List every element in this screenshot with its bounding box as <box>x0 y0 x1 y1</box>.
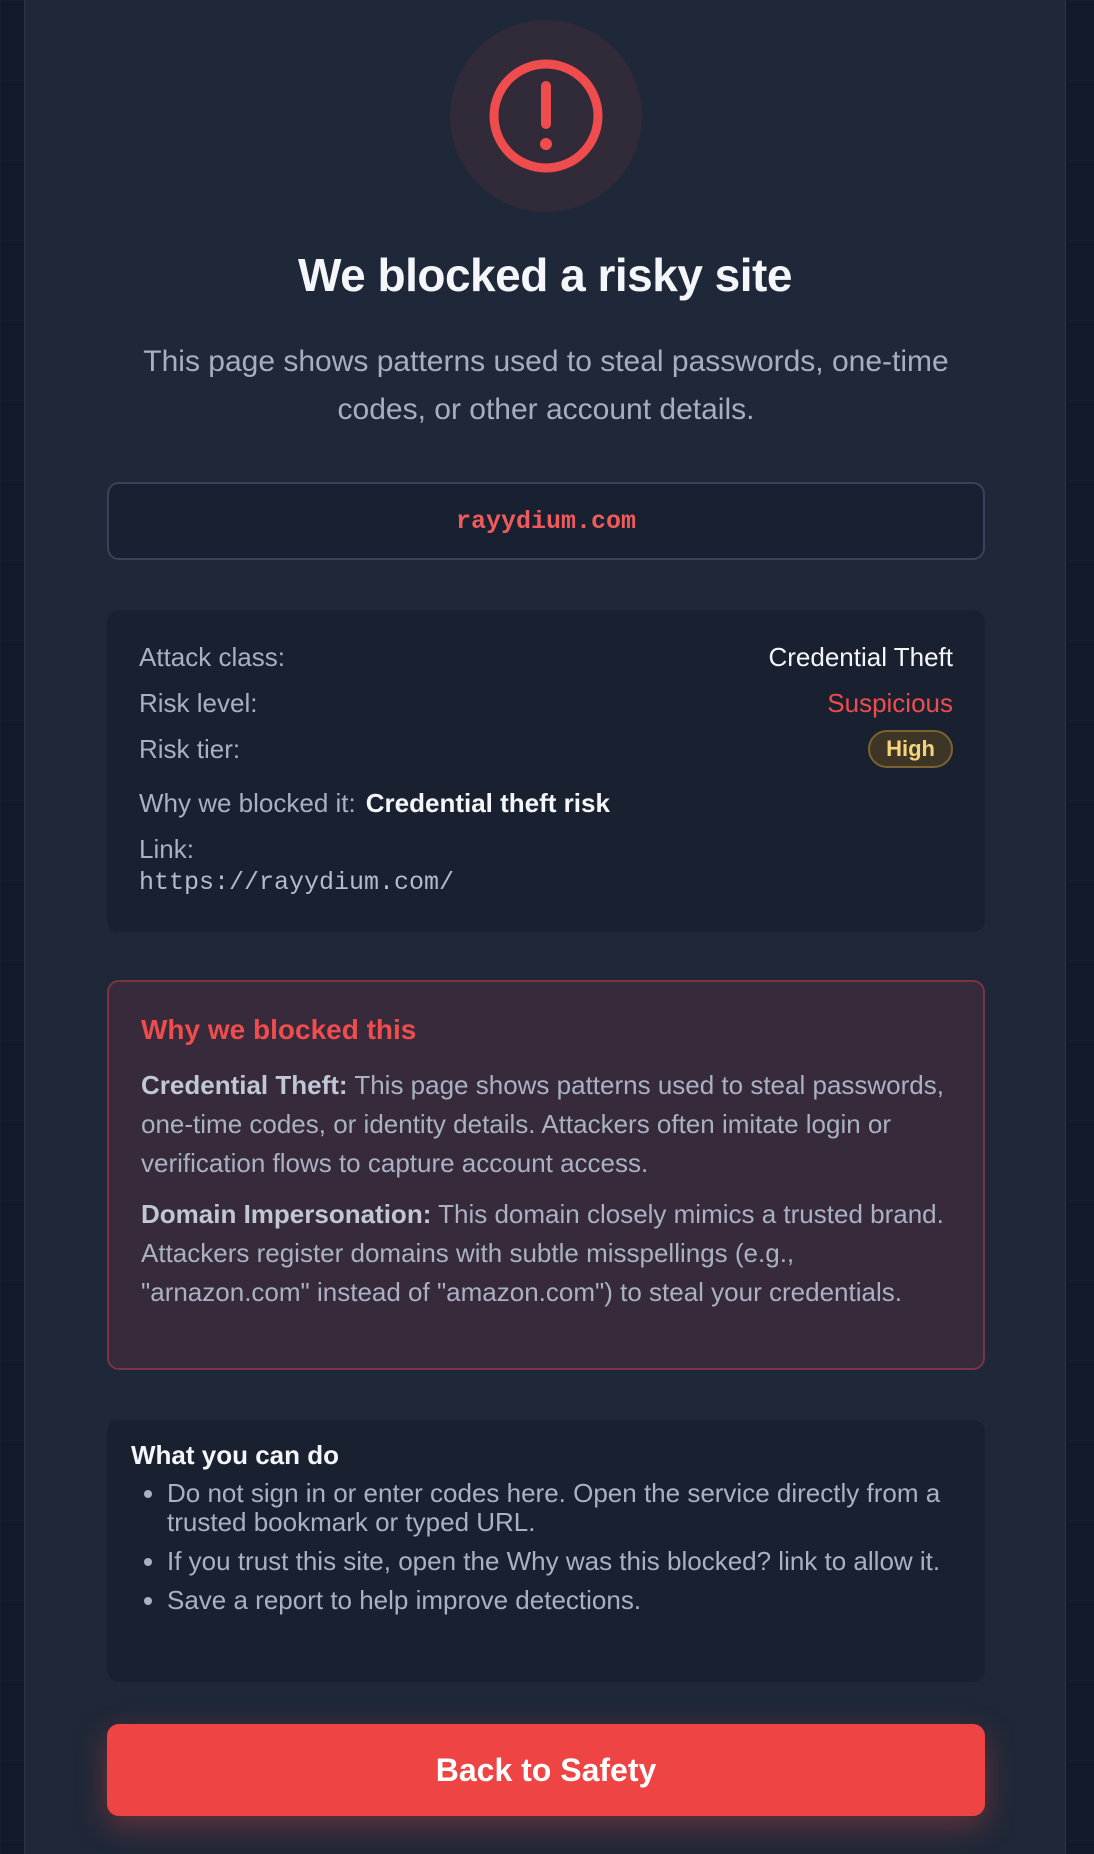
actions-title: What you can do <box>131 1440 339 1470</box>
reason-heading: Domain Impersonation: <box>141 1199 432 1229</box>
reason-credential-theft: Credential Theft: This page shows patter… <box>141 1066 951 1183</box>
risk-tier-badge: High <box>868 730 953 768</box>
attack-class-value: Credential Theft <box>768 642 953 672</box>
why-label: Why we blocked it: <box>139 788 356 818</box>
attack-class-row: Attack class: Credential Theft <box>139 642 953 673</box>
link-label: Link: <box>139 834 194 864</box>
blocked-domain: rayydium.com <box>107 482 985 560</box>
why-value: Credential theft risk <box>365 788 610 818</box>
reasons-panel: Why we blocked this Credential Theft: Th… <box>107 980 985 1370</box>
link-url: https://rayydium.com/ <box>139 868 455 897</box>
risk-tier-label: Risk tier: <box>139 734 241 764</box>
warning-card: We blocked a risky site This page shows … <box>24 0 1066 1854</box>
actions-list: Do not sign in or enter codes here. Open… <box>131 1479 961 1615</box>
details-panel: Attack class: Credential Theft Risk leve… <box>107 610 985 932</box>
alert-circle-icon <box>489 59 603 173</box>
attack-class-label: Attack class: <box>139 642 285 672</box>
page-subtitle: This page shows patterns used to steal p… <box>143 345 949 426</box>
back-to-safety-button[interactable]: Back to Safety <box>107 1724 985 1816</box>
reason-domain-impersonation: Domain Impersonation: This domain closel… <box>141 1195 951 1312</box>
action-item: Save a report to help improve detections… <box>167 1586 961 1615</box>
reasons-title: Why we blocked this <box>141 1014 417 1045</box>
risk-tier-row: Risk tier: High <box>139 730 953 768</box>
page-title: We blocked a risky site <box>298 249 792 301</box>
reason-heading: Credential Theft: <box>141 1070 348 1100</box>
actions-panel: What you can do Do not sign in or enter … <box>107 1420 985 1682</box>
risk-level-value: Suspicious <box>827 688 953 718</box>
alert-icon-container <box>450 20 642 212</box>
link-row: Link: <box>139 834 953 865</box>
risk-level-row: Risk level: Suspicious <box>139 688 953 719</box>
why-row: Why we blocked it: Credential theft risk <box>139 788 953 819</box>
action-item: Do not sign in or enter codes here. Open… <box>167 1479 961 1537</box>
risk-level-label: Risk level: <box>139 688 258 718</box>
action-item: If you trust this site, open the Why was… <box>167 1547 961 1576</box>
